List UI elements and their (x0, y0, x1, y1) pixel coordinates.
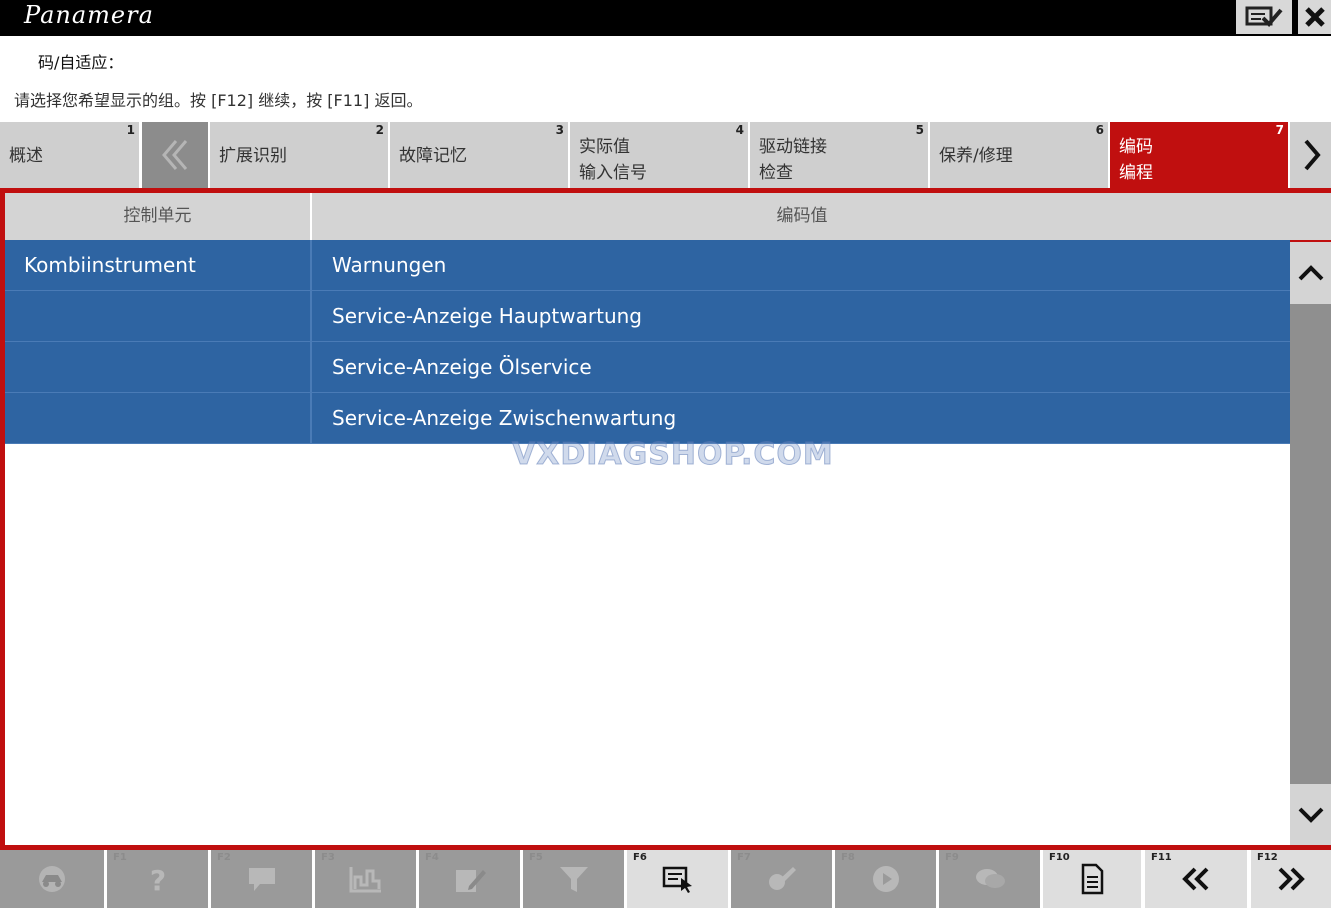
fkey-label: F1 (113, 852, 127, 863)
chevron-up-icon (1298, 265, 1323, 281)
chevron-down-icon (1298, 807, 1323, 823)
fkey-label: F12 (1257, 852, 1278, 863)
tab-number: 4 (735, 123, 744, 137)
tab-next-button[interactable] (1290, 122, 1331, 188)
fkey-label: F10 (1049, 852, 1070, 863)
table-row[interactable]: Service-Anzeige Ölservice (5, 342, 1290, 393)
fkey-f1-help[interactable]: F1 ? (107, 850, 210, 908)
fkey-f6-select[interactable]: F6 (627, 850, 730, 908)
scrollbar-track[interactable] (1290, 304, 1331, 784)
close-button[interactable] (1298, 0, 1331, 34)
scroll-up-button[interactable] (1290, 242, 1331, 304)
car-icon (39, 866, 65, 892)
coding-table: 控制单元 编码值 Kombiinstrument Warnungen Servi… (5, 193, 1290, 845)
fkey-f10-document[interactable]: F10 (1043, 850, 1143, 908)
tab-maintenance[interactable]: 保养/修理 6 (930, 122, 1110, 188)
chat-icon (975, 869, 1005, 888)
function-key-bar: F1 ? F2 F3 F4 F5 F6 F7 F8 F9 F10 F11 F12 (0, 850, 1331, 908)
tab-number: 3 (555, 123, 564, 137)
table-body: Kombiinstrument Warnungen Service-Anzeig… (5, 240, 1290, 444)
coding-value-cell: Service-Anzeige Ölservice (332, 355, 592, 379)
fkey-label: F11 (1151, 852, 1172, 863)
title-bar: Panamera (0, 0, 1331, 36)
svg-text:?: ? (149, 864, 165, 894)
header-fade (0, 36, 40, 90)
fkey-f2-comment[interactable]: F2 (211, 850, 314, 908)
fkey-f3-chart[interactable]: F3 (315, 850, 418, 908)
fkey-f12-continue[interactable]: F12 (1251, 850, 1331, 908)
tab-label: 驱动链接 检查 (759, 137, 827, 183)
chart-icon (349, 867, 381, 893)
control-unit-cell (5, 291, 312, 341)
tab-label: 保养/修理 (939, 146, 1013, 166)
double-chevron-right-icon (1278, 867, 1305, 891)
tab-number: 1 (126, 123, 135, 137)
scrollbar-header (1290, 193, 1331, 240)
fkey-f4-edit[interactable]: F4 (419, 850, 522, 908)
chevron-right-icon (1303, 139, 1321, 171)
filter-icon (559, 867, 588, 892)
fkey-f11-back[interactable]: F11 (1145, 850, 1249, 908)
tab-back-button[interactable] (142, 122, 208, 188)
coding-value-cell: Service-Anzeige Hauptwartung (332, 304, 642, 328)
coding-value-cell: Service-Anzeige Zwischenwartung (332, 406, 677, 430)
tab-label: 故障记忆 (399, 146, 467, 166)
checklist-button[interactable] (1236, 0, 1292, 34)
double-chevron-left-icon (162, 140, 188, 170)
fkey-label: F6 (633, 852, 647, 863)
edit-icon (455, 870, 486, 892)
close-icon (1304, 7, 1325, 27)
tab-number: 6 (1095, 123, 1104, 137)
page-title: 码/自适应： (38, 53, 124, 72)
scroll-down-button[interactable] (1290, 784, 1331, 845)
tab-bar: 概述 1 扩展识别 2 故障记忆 3 实际值 输入信号 4 驱动链接 检查 5 … (0, 122, 1331, 190)
control-unit-cell: Kombiinstrument (5, 240, 312, 290)
tab-number: 7 (1275, 123, 1284, 137)
fkey-vehicle[interactable] (0, 850, 106, 908)
select-list-icon (662, 866, 692, 893)
fkey-f8-play[interactable]: F8 (835, 850, 938, 908)
watermark: VXDIAGSHOP.COM (512, 437, 834, 473)
tab-overview[interactable]: 概述 1 (0, 122, 141, 188)
fkey-label: F5 (529, 852, 543, 863)
fkey-f9-chat[interactable]: F9 (939, 850, 1042, 908)
control-unit-cell (5, 393, 312, 443)
table-row[interactable]: Service-Anzeige Hauptwartung (5, 291, 1290, 342)
tab-number: 2 (375, 123, 384, 137)
fkey-label: F2 (217, 852, 231, 863)
tools-icon (768, 867, 796, 890)
fkey-label: F7 (737, 852, 751, 863)
tab-label: 编码 编程 (1119, 137, 1153, 183)
table-header: 控制单元 编码值 (5, 193, 1290, 240)
comment-icon (248, 868, 275, 891)
tab-label: 概述 (9, 146, 43, 166)
tab-label: 实际值 输入信号 (579, 137, 647, 183)
fkey-f7-tools[interactable]: F7 (731, 850, 834, 908)
fkey-label: F8 (841, 852, 855, 863)
tab-extended-id[interactable]: 扩展识别 2 (210, 122, 390, 188)
coding-value-cell: Warnungen (332, 253, 447, 277)
document-icon (1081, 863, 1104, 895)
fkey-label: F3 (321, 852, 335, 863)
tab-label: 扩展识别 (219, 146, 287, 166)
tab-actual-values[interactable]: 实际值 输入信号 4 (570, 122, 750, 188)
column-header-control-unit[interactable]: 控制单元 (5, 193, 312, 240)
control-unit-cell (5, 342, 312, 392)
tab-coding[interactable]: 编码 编程 7 (1110, 122, 1290, 190)
instruction-text: 请选择您希望显示的组。按 [F12] 继续，按 [F11] 返回。 (14, 91, 423, 110)
play-icon (872, 866, 899, 892)
brand-logo: Panamera (24, 1, 154, 29)
fkey-label: F4 (425, 852, 439, 863)
double-chevron-left-icon (1182, 867, 1209, 891)
tab-drive-links[interactable]: 驱动链接 检查 5 (750, 122, 930, 188)
checklist-icon (1245, 6, 1283, 27)
fkey-f5-filter[interactable]: F5 (523, 850, 626, 908)
tab-number: 5 (915, 123, 924, 137)
tab-fault-memory[interactable]: 故障记忆 3 (390, 122, 570, 188)
table-row[interactable]: Kombiinstrument Warnungen (5, 240, 1290, 291)
help-icon: ? (149, 864, 165, 894)
fkey-label: F9 (945, 852, 959, 863)
column-header-coding-value[interactable]: 编码值 (314, 193, 1290, 240)
